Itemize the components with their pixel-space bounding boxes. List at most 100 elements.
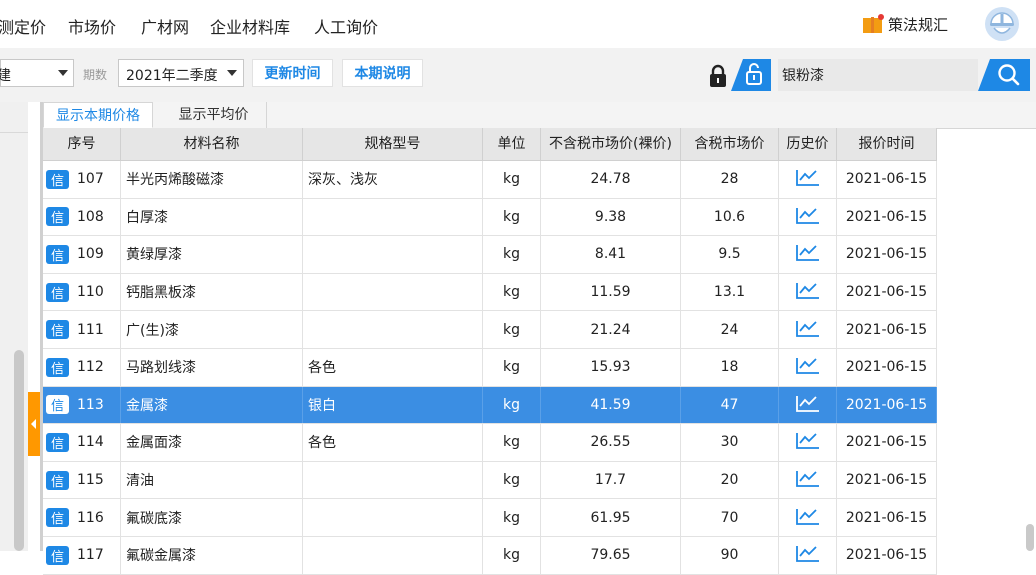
policy-label: 策法规汇	[888, 15, 949, 34]
history-chart-icon[interactable]	[795, 355, 821, 379]
cell-name: 白厚漆	[121, 198, 303, 236]
history-chart-icon[interactable]	[795, 167, 821, 191]
row-number: 108	[77, 208, 104, 225]
cell-quote-date: 2021-06-15	[837, 386, 937, 424]
history-chart-icon[interactable]	[795, 242, 821, 266]
table-row[interactable]: 信 113 金属漆 银白 kg 41.59 47 2021-06-15	[43, 386, 937, 425]
table-header: 序号 材料名称 规格型号 单位 不含税市场价(裸价) 含税市场价 历史价 报价时…	[43, 128, 937, 161]
table-row[interactable]: 信 112 马路划线漆 各色 kg 15.93 18 2021-06-15	[43, 348, 937, 387]
collapse-handle[interactable]	[28, 392, 40, 456]
history-chart-icon[interactable]	[795, 543, 821, 567]
credit-badge: 信	[46, 357, 69, 377]
table-row[interactable]: 信 108 白厚漆 kg 9.38 10.6 2021-06-15	[43, 198, 937, 237]
header-spec[interactable]: 规格型号	[303, 128, 483, 160]
cell-history	[779, 536, 837, 574]
policy-link[interactable]: 策法规汇	[862, 12, 948, 36]
cell-price-ex-tax: 9.38	[541, 198, 681, 236]
cell-price-inc-tax: 20	[681, 461, 779, 499]
period-select[interactable]: 2021年二季度	[118, 59, 244, 87]
cell-spec	[303, 198, 483, 236]
table-row[interactable]: 信 107 半光丙烯酸磁漆 深灰、浅灰 kg 24.78 28 2021-06-15	[43, 161, 937, 199]
cell-price-inc-tax: 13.1	[681, 273, 779, 311]
cell-price-ex-tax: 26.55	[541, 424, 681, 461]
history-chart-icon[interactable]	[795, 393, 821, 417]
credit-badge: 信	[46, 207, 69, 227]
cell-no: 信 113	[43, 386, 121, 424]
cell-quote-date: 2021-06-15	[837, 198, 937, 236]
cell-unit: kg	[483, 273, 541, 311]
left-scrollbar[interactable]	[14, 350, 24, 551]
tab-average-price[interactable]: 显示平均价	[161, 102, 267, 128]
row-number: 112	[77, 359, 104, 376]
cell-price-inc-tax: 9.5	[681, 236, 779, 273]
cell-unit: kg	[483, 461, 541, 499]
table-row[interactable]: 信 116 氟碳底漆 kg 61.95 70 2021-06-15	[43, 499, 937, 537]
cell-no: 信 107	[43, 161, 121, 198]
search-button[interactable]	[978, 59, 1030, 91]
cell-quote-date: 2021-06-15	[837, 273, 937, 311]
history-chart-icon[interactable]	[795, 280, 821, 304]
table-row[interactable]: 信 110 钙脂黑板漆 kg 11.59 13.1 2021-06-15	[43, 273, 937, 312]
region-select[interactable]: 建	[0, 59, 74, 87]
cell-price-inc-tax: 70	[681, 499, 779, 536]
table-row[interactable]: 信 115 清油 kg 17.7 20 2021-06-15	[43, 461, 937, 500]
history-chart-icon[interactable]	[795, 318, 821, 342]
cell-no: 信 110	[43, 273, 121, 311]
header-price-ex-tax[interactable]: 不含税市场价(裸价)	[541, 128, 681, 160]
header-no[interactable]: 序号	[43, 128, 121, 160]
nav-item-guangcai[interactable]: 广材网	[141, 14, 189, 38]
header-price-inc-tax[interactable]: 含税市场价	[681, 128, 779, 160]
cell-unit: kg	[483, 236, 541, 273]
cell-price-inc-tax: 30	[681, 424, 779, 461]
header-history[interactable]: 历史价	[779, 128, 837, 160]
cell-price-ex-tax: 8.41	[541, 236, 681, 273]
cell-spec	[303, 273, 483, 311]
credit-badge: 信	[46, 432, 69, 452]
cell-no: 信 116	[43, 499, 121, 536]
nav-item-market-price[interactable]: 市场价	[68, 14, 116, 38]
cell-name: 广(生)漆	[121, 311, 303, 348]
period-note-button[interactable]: 本期说明	[342, 59, 423, 87]
cell-unit: kg	[483, 311, 541, 348]
cell-quote-date: 2021-06-15	[837, 161, 937, 198]
nav-item-enterprise-library[interactable]: 企业材料库	[210, 14, 290, 38]
cell-history	[779, 386, 837, 424]
table-row[interactable]: 信 109 黄绿厚漆 kg 8.41 9.5 2021-06-15	[43, 236, 937, 274]
cell-price-ex-tax: 24.78	[541, 161, 681, 198]
update-time-button[interactable]: 更新时间	[252, 59, 333, 87]
row-number: 117	[77, 547, 104, 564]
cell-unit: kg	[483, 386, 541, 424]
lock-icon[interactable]	[707, 64, 729, 88]
table-row[interactable]: 信 117 氟碳金属漆 kg 79.65 90 2021-06-15	[43, 536, 937, 575]
header-name[interactable]: 材料名称	[121, 128, 303, 160]
cell-price-ex-tax: 61.95	[541, 499, 681, 536]
cell-price-ex-tax: 21.24	[541, 311, 681, 348]
right-scrollbar[interactable]	[1026, 524, 1034, 551]
header-quote-date[interactable]: 报价时间	[837, 128, 937, 160]
top-nav: 测定价 市场价 广材网 企业材料库 人工询价 策法规汇	[0, 0, 1036, 49]
history-chart-icon[interactable]	[795, 205, 821, 229]
cell-spec: 银白	[303, 386, 483, 424]
cell-spec	[303, 536, 483, 574]
search-input[interactable]	[778, 59, 978, 91]
chevron-down-icon	[227, 70, 237, 76]
row-number: 116	[77, 509, 104, 526]
nav-item-manual-inquiry[interactable]: 人工询价	[314, 14, 378, 38]
toolbar: 建 期数 2021年二季度 更新时间 本期说明	[0, 48, 1036, 102]
cell-name: 氟碳底漆	[121, 499, 303, 536]
table-row[interactable]: 信 114 金属面漆 各色 kg 26.55 30 2021-06-15	[43, 424, 937, 462]
tab-current-price[interactable]: 显示本期价格	[43, 102, 153, 128]
history-chart-icon[interactable]	[795, 506, 821, 530]
cell-price-ex-tax: 15.93	[541, 348, 681, 386]
history-chart-icon[interactable]	[795, 468, 821, 492]
cell-unit: kg	[483, 161, 541, 198]
header-unit[interactable]: 单位	[483, 128, 541, 160]
nav-item-measured-price[interactable]: 测定价	[0, 14, 46, 38]
divider	[0, 132, 28, 133]
history-chart-icon[interactable]	[795, 430, 821, 454]
unlock-icon[interactable]	[731, 59, 771, 91]
collapse-arrow-icon	[31, 419, 36, 429]
user-avatar-icon[interactable]	[984, 6, 1020, 42]
table-row[interactable]: 信 111 广(生)漆 kg 21.24 24 2021-06-15	[43, 311, 937, 349]
cell-price-inc-tax: 47	[681, 386, 779, 424]
